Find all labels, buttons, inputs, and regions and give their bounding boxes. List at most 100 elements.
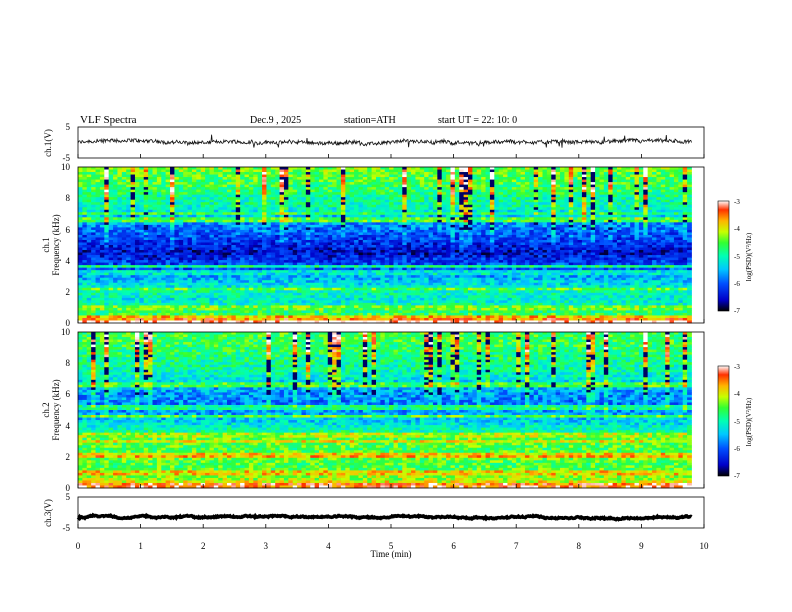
spectrogram-cell [104,217,110,221]
spectrogram-cell [665,192,670,196]
spectrogram-cell [121,214,127,218]
spectrogram-cell [603,252,609,256]
spectrogram-cell [586,182,592,186]
spectrogram-cell [428,247,434,251]
spectrogram-cell [86,239,92,243]
spectrogram-cell [161,169,167,173]
spectrogram-cell [494,227,500,231]
spectrogram-cell [411,229,416,233]
spectrogram-cell [660,184,666,188]
spectrogram-cell [616,169,622,173]
spectrogram-cell [446,174,451,178]
spectrogram-cell [595,167,600,170]
spectrogram-cell [498,237,504,241]
spectrogram-cell [218,222,223,226]
spectrogram-cell [529,237,535,241]
spectrogram-cell [463,247,469,251]
spectrogram-cell [389,247,394,251]
spectrogram-cell [673,179,679,183]
spectrogram-cell [665,227,670,231]
spectrogram-cell [590,227,596,231]
spectrogram-cell [424,184,429,188]
spectrogram-cell [687,242,692,246]
spectrogram-cell [634,252,640,256]
spectrogram-cell [678,239,684,243]
spectrogram-cell [446,252,451,256]
spectrogram-cell [507,214,513,218]
spectrogram-cell [503,207,508,211]
spectrogram-cell [222,179,228,183]
spectrogram-cell [595,177,600,180]
spectrogram-cell [310,245,316,248]
spectrogram-cell [665,247,670,251]
spectrogram-cell [283,207,289,211]
spectrogram-cell [481,177,486,180]
spectrogram-cell [647,187,653,191]
spectrogram-cell [262,214,267,218]
spectrogram-cell [389,237,394,241]
spectrogram-cell [599,172,605,175]
spectrogram-cell [319,194,324,198]
spectrogram-cell [139,224,145,228]
spectrogram-cell [183,255,188,258]
spectrogram-cell [595,232,600,236]
spectrogram-cell [253,214,259,218]
spectrogram-cell [472,169,478,173]
spectrogram-cell [270,184,276,188]
spectrogram-cell [187,187,193,191]
spectrogram-cell [560,212,565,216]
spectrogram-cell [240,202,245,206]
spectrogram-cell [621,172,627,175]
spectrogram-cell [524,250,530,253]
spectrogram-cell [354,187,359,191]
spectrogram-cell [406,199,412,203]
spectrogram-cell [218,237,223,241]
spectrogram-cell [529,229,535,233]
spectrogram-cell [301,202,307,206]
spectrogram-cell [424,237,429,241]
spectrogram-cell [590,222,596,226]
spectrogram-cell [384,174,390,178]
spectrogram-cell [546,214,552,218]
spectrogram-cell [205,172,210,175]
spectrogram-cell [524,189,530,193]
spectrogram-cell [603,214,609,218]
spectrogram-cell [95,182,101,186]
spectrogram-cell [459,172,465,175]
spectrogram-cell [314,255,320,258]
spectrogram-cell [323,187,329,191]
spectrogram-cell [240,179,245,183]
spectrogram-cell [218,219,223,223]
spectrogram-cell [389,194,394,198]
spectrogram-cell [595,250,600,253]
spectrogram-cell [95,234,101,238]
spectrogram-cell [428,237,434,241]
spectrogram-cell [336,197,342,201]
spectrogram-cell [643,217,649,221]
spectrogram-cell [288,184,294,188]
spectrogram-cell [577,204,583,208]
spectrogram-cell [472,245,478,248]
spectrogram-cell [248,192,254,196]
spectrogram-cell [498,174,504,178]
spectrogram-cell [275,214,280,218]
spectrogram-cell [542,212,548,216]
spectrogram-cell [91,250,96,253]
spectrogram-cell [292,182,298,186]
spectrogram-cell [99,242,105,246]
spectrogram-cell [542,245,548,248]
spectrogram-cell [616,172,622,175]
spectrogram-cell [454,224,460,228]
spectrogram-cell [262,247,267,251]
spectrogram-cell [104,202,110,206]
spectrogram-cell [91,179,96,183]
spectrogram-cell [183,169,188,173]
spectrogram-cell [235,169,241,173]
spectrogram-cell [82,177,88,180]
spectrogram-cell [257,184,263,188]
spectrogram-cell [161,209,167,213]
spectrogram-cell [581,187,587,191]
spectrogram-cell [652,209,657,213]
spectrogram-cell [608,194,613,198]
spectrogram-cell [647,179,653,183]
